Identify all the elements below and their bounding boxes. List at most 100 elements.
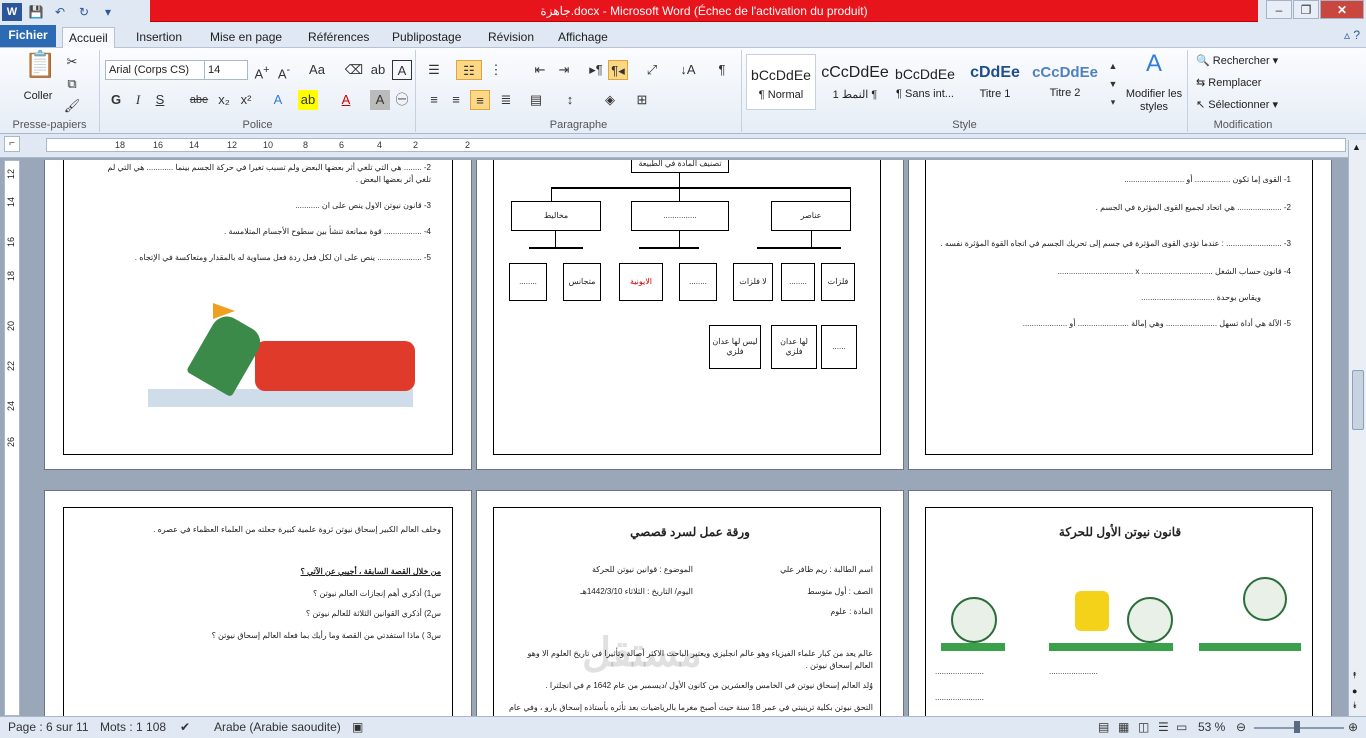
underline-button[interactable]: S	[150, 90, 170, 110]
italic-button[interactable]: I	[128, 90, 148, 110]
close-button[interactable]: ✕	[1320, 0, 1364, 19]
rtl-direction-icon[interactable]: ¶◂	[608, 60, 628, 80]
style-normal[interactable]: bCcDdEe ¶ Normal	[746, 54, 816, 110]
full-screen-icon[interactable]: ▦	[1118, 720, 1129, 734]
styles-more-icon[interactable]: ▾	[1106, 92, 1120, 112]
macro-record-icon[interactable]: ▣	[352, 720, 363, 734]
replace-button[interactable]: ⇆ Remplacer	[1196, 76, 1261, 89]
horizontal-ruler[interactable]: 18 16 14 12 10 8 6 4 2 2	[46, 138, 1346, 152]
show-formatting-button[interactable]: ¶	[712, 60, 732, 80]
zoom-level[interactable]: 53 %	[1198, 720, 1225, 734]
font-color-icon[interactable]: A	[336, 90, 356, 110]
increase-indent-icon[interactable]: ⇥	[554, 60, 574, 80]
decrease-indent-icon[interactable]: ⇤	[530, 60, 550, 80]
draft-icon[interactable]: ▭	[1176, 720, 1187, 734]
vertical-ruler[interactable]: 12 14 16 18 20 22 24 26	[4, 160, 20, 716]
ruler-tick: 12	[6, 168, 17, 180]
char-shading-icon[interactable]: A	[370, 90, 390, 110]
change-case-button[interactable]: Aa	[304, 60, 330, 80]
tab-publipostage[interactable]: Publipostage	[386, 27, 467, 48]
strikethrough-button[interactable]: abe	[186, 90, 212, 110]
tab-mise-en-page[interactable]: Mise en page	[204, 27, 288, 48]
next-page-icon[interactable]: ⯯	[1352, 700, 1357, 711]
find-button[interactable]: 🔍 Rechercher ▾	[1196, 54, 1278, 67]
word-count[interactable]: Mots : 1 108	[100, 720, 166, 734]
char-border-icon[interactable]: A	[392, 60, 412, 80]
styles-scroll-down-icon[interactable]: ▼	[1106, 74, 1120, 94]
style-name: ¶ Sans int...	[896, 88, 954, 100]
shrink-font-icon[interactable]: A-	[274, 60, 294, 81]
tab-insertion[interactable]: Insertion	[130, 27, 188, 48]
bullets-icon[interactable]: ☰	[424, 60, 444, 80]
select-button[interactable]: ↖ Sélectionner ▾	[1196, 98, 1278, 111]
tab-fichier[interactable]: Fichier	[0, 25, 56, 47]
answer-blank: ......................	[1049, 667, 1098, 676]
style-no-spacing[interactable]: bCcDdEe ¶ Sans int...	[890, 54, 960, 110]
align-right-icon[interactable]: ≡	[470, 90, 490, 110]
distributed-icon[interactable]: ▤	[526, 90, 546, 110]
borders-icon[interactable]: ⊞	[632, 90, 652, 110]
scroll-thumb[interactable]	[1352, 370, 1364, 430]
language-indicator[interactable]: Arabe (Arabie saoudite)	[214, 720, 341, 734]
web-layout-icon[interactable]: ◫	[1138, 720, 1149, 734]
minimize-button[interactable]: –	[1266, 0, 1292, 19]
font-name-select[interactable]: Arial (Corps CS)	[105, 60, 205, 80]
redo-icon[interactable]: ↻	[74, 3, 94, 21]
subscript-button[interactable]: x₂	[214, 90, 234, 110]
style-heading-2[interactable]: cCcDdEe Titre 2	[1030, 54, 1100, 110]
zoom-out-icon[interactable]: ⊖	[1236, 720, 1246, 734]
line-spacing-icon[interactable]: ↕	[560, 90, 580, 110]
help-icon[interactable]: ▵ ?	[1344, 28, 1360, 42]
asian-layout-icon[interactable]: ⤢	[642, 60, 662, 80]
align-left-icon[interactable]: ≡	[424, 90, 444, 110]
bold-button[interactable]: G	[106, 90, 126, 110]
zoom-in-icon[interactable]: ⊕	[1348, 720, 1358, 734]
browse-object-icon[interactable]: ●	[1352, 686, 1357, 696]
superscript-button[interactable]: x²	[236, 90, 256, 110]
align-center-icon[interactable]: ≡	[446, 90, 466, 110]
paste-button[interactable]: Coller	[16, 90, 60, 102]
undo-icon[interactable]: ↶	[50, 3, 70, 21]
justify-icon[interactable]: ≣	[496, 90, 516, 110]
lesson-topic: الموضوع : قوانين نيوتن للحركة	[592, 565, 693, 574]
multilevel-list-icon[interactable]: ⋮	[486, 60, 506, 80]
enclose-char-icon[interactable]: ㊀	[392, 90, 412, 110]
tab-revision[interactable]: Révision	[482, 27, 540, 48]
customize-qat-icon[interactable]: ▾	[98, 3, 118, 21]
proofing-icon[interactable]: ✔	[180, 720, 190, 734]
scroll-up-icon[interactable]: ▲	[1352, 142, 1361, 152]
style-custom-1[interactable]: cCcDdEe النمط 1 ¶	[820, 54, 890, 110]
change-styles-icon[interactable]: A	[1140, 52, 1168, 84]
word-logo-icon[interactable]: W	[2, 3, 22, 21]
styles-scroll-up-icon[interactable]: ▲	[1106, 56, 1120, 76]
save-icon[interactable]: 💾	[26, 3, 46, 21]
paste-icon[interactable]: 📋	[24, 51, 56, 88]
print-layout-icon[interactable]: ▤	[1098, 720, 1109, 734]
tab-selector-icon[interactable]: ⌐	[4, 136, 20, 152]
zoom-slider-handle[interactable]	[1294, 721, 1300, 733]
numbering-icon[interactable]: ☷	[456, 60, 482, 80]
restore-button[interactable]: ❐	[1293, 0, 1319, 19]
tab-accueil[interactable]: Accueil	[62, 27, 115, 49]
style-heading-1[interactable]: cDdEe Titre 1	[960, 54, 1030, 110]
document-area[interactable]: 2- ........ هي التي تلغي أثر بعضها البعض…	[22, 160, 1348, 716]
grow-font-icon[interactable]: A+	[252, 60, 272, 81]
cut-icon[interactable]: ✂	[62, 52, 82, 72]
vertical-scrollbar[interactable]: ▲ ⯭ ● ⯯	[1348, 140, 1366, 716]
phonetic-guide-icon[interactable]: ab	[368, 60, 388, 80]
shading-icon[interactable]: ◈	[600, 90, 620, 110]
copy-icon[interactable]: ⧉	[62, 74, 82, 94]
text-effects-icon[interactable]: A	[268, 90, 288, 110]
tab-affichage[interactable]: Affichage	[552, 27, 614, 48]
highlight-icon[interactable]: ab	[298, 90, 318, 110]
format-painter-icon[interactable]: 🖌	[62, 96, 82, 116]
change-styles-button[interactable]: Modifier les styles	[1124, 88, 1184, 114]
font-size-select[interactable]: 14	[204, 60, 248, 80]
clear-formatting-icon[interactable]: ⌫	[344, 60, 364, 80]
sort-icon[interactable]: ↓A	[678, 60, 698, 80]
tab-references[interactable]: Références	[302, 27, 375, 48]
outline-icon[interactable]: ☰	[1158, 720, 1169, 734]
prev-page-icon[interactable]: ⯭	[1352, 670, 1357, 681]
page-counter[interactable]: Page : 6 sur 11	[8, 720, 89, 734]
ltr-direction-icon[interactable]: ▸¶	[586, 60, 606, 80]
